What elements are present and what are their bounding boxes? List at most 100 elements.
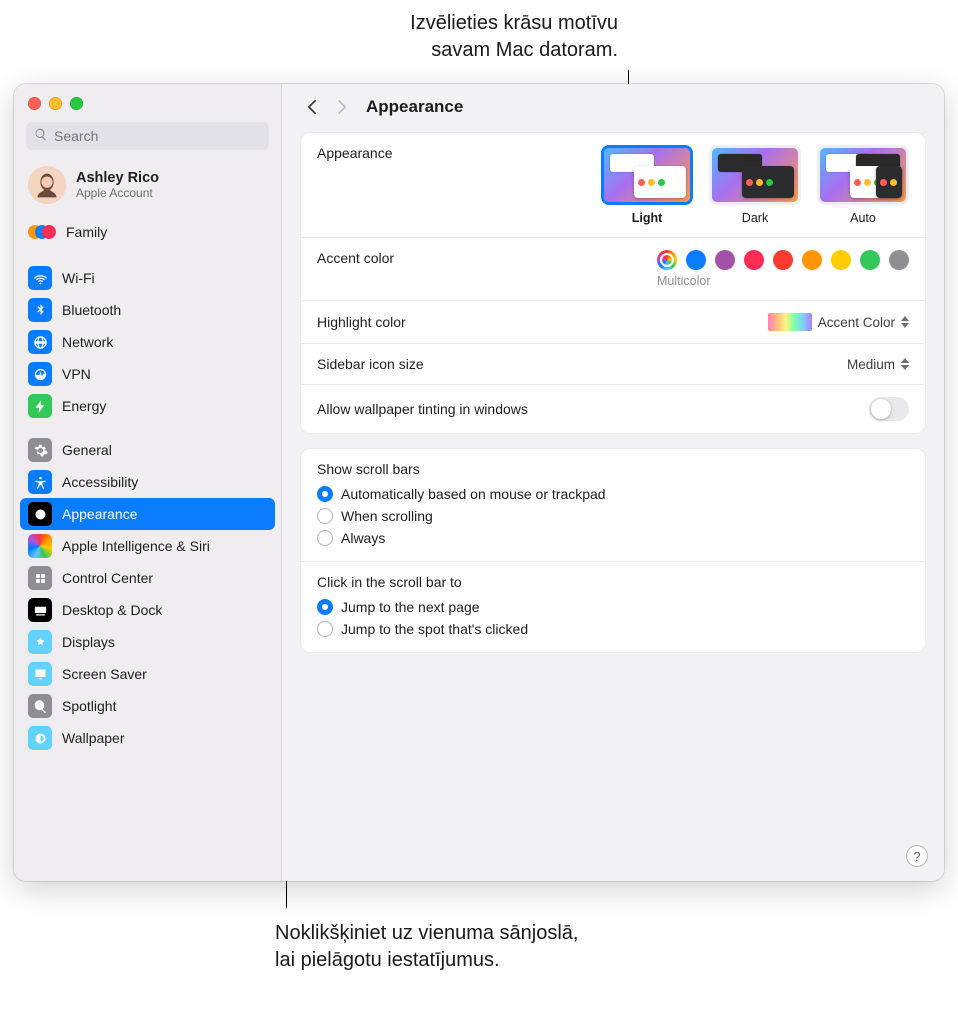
sidebar-item-label: Wi-Fi [62, 270, 95, 286]
avatar [28, 166, 66, 204]
account-sub: Apple Account [76, 186, 159, 200]
theme-thumb-icon [601, 145, 693, 205]
theme-option-light[interactable]: Light [601, 145, 693, 225]
clickscroll-option-1[interactable]: Jump to the spot that's clicked [317, 618, 909, 640]
family-icon [28, 218, 56, 246]
accent-label: Accent color [317, 250, 657, 266]
sidebar-item-label: Spotlight [62, 698, 116, 714]
sidebar-size-label: Sidebar icon size [317, 356, 847, 372]
sidebar-item-label: Displays [62, 634, 115, 650]
family-item[interactable]: Family [14, 212, 281, 256]
spotlight-icon [28, 694, 52, 718]
radio-icon [317, 599, 333, 615]
vpn-icon [28, 362, 52, 386]
radio-icon [317, 621, 333, 637]
scrollbars-option-1[interactable]: When scrolling [317, 505, 909, 527]
traffic-lights [28, 97, 83, 110]
sidebar-item-label: Bluetooth [62, 302, 121, 318]
search-icon [34, 128, 48, 145]
accent-swatch-4[interactable] [773, 250, 793, 270]
highlight-swatch-icon [768, 313, 812, 331]
accent-swatch-3[interactable] [744, 250, 764, 270]
theme-options: Light Dark Auto [601, 145, 909, 225]
accent-swatch-7[interactable] [860, 250, 880, 270]
zoom-button[interactable] [70, 97, 83, 110]
radio-label: Automatically based on mouse or trackpad [341, 486, 606, 502]
sidebar-item-accessibility[interactable]: Accessibility [20, 466, 275, 498]
screensaver-icon [28, 662, 52, 686]
sidebar-item-controlcenter[interactable]: Control Center [20, 562, 275, 594]
accessibility-icon [28, 470, 52, 494]
sidebar-item-label: Wallpaper [62, 730, 125, 746]
accent-swatch-8[interactable] [889, 250, 909, 270]
sidebar-item-screensaver[interactable]: Screen Saver [20, 658, 275, 690]
titlebar [14, 84, 944, 122]
accent-swatch-2[interactable] [715, 250, 735, 270]
gear-icon [28, 438, 52, 462]
highlight-value: Accent Color [818, 315, 895, 330]
accent-swatch-1[interactable] [686, 250, 706, 270]
sidebar-item-vpn[interactable]: VPN [20, 358, 275, 390]
sidebar-item-label: Screen Saver [62, 666, 147, 682]
search-input[interactable] [26, 122, 269, 150]
sidebar-item-wifi[interactable]: Wi-Fi [20, 262, 275, 294]
appearance-row: Appearance Light Dark Auto [301, 133, 925, 237]
highlight-popup[interactable]: Accent Color [768, 313, 909, 331]
siri-icon [28, 534, 52, 558]
accent-swatch-0[interactable] [657, 250, 677, 270]
scrollbars-option-2[interactable]: Always [317, 527, 909, 549]
sidebar-item-gear[interactable]: General [20, 434, 275, 466]
account-section[interactable]: Ashley Rico Apple Account [14, 160, 281, 212]
sidebar-item-appearance[interactable]: Appearance [20, 498, 275, 530]
network-icon [28, 330, 52, 354]
sidebar-item-displays[interactable]: Displays [20, 626, 275, 658]
radio-icon [317, 508, 333, 524]
sidebar-item-label: Appearance [62, 506, 138, 522]
sidebar-item-energy[interactable]: Energy [20, 390, 275, 422]
minimize-button[interactable] [49, 97, 62, 110]
family-label: Family [66, 224, 107, 240]
sidebar-item-dock[interactable]: Desktop & Dock [20, 594, 275, 626]
sidebar-size-popup[interactable]: Medium [847, 357, 909, 372]
main-pane: Appearance Appearance Light Dark Auto Acce… [282, 84, 944, 881]
radio-label: When scrolling [341, 508, 433, 524]
radio-icon [317, 530, 333, 546]
click-scroll-title: Click in the scroll bar to [317, 574, 909, 590]
accent-swatch-5[interactable] [802, 250, 822, 270]
sidebar-item-wallpaper[interactable]: Wallpaper [20, 722, 275, 754]
radio-label: Always [341, 530, 385, 546]
controlcenter-icon [28, 566, 52, 590]
scrollbars-title: Show scroll bars [317, 461, 909, 477]
dock-icon [28, 598, 52, 622]
theme-option-auto[interactable]: Auto [817, 145, 909, 225]
accent-swatch-6[interactable] [831, 250, 851, 270]
close-button[interactable] [28, 97, 41, 110]
sidebar-item-spotlight[interactable]: Spotlight [20, 690, 275, 722]
account-name: Ashley Rico [76, 170, 159, 186]
sidebar: Ashley Rico Apple Account Family Wi-Fi Bl… [14, 84, 282, 881]
tinting-row: Allow wallpaper tinting in windows [301, 384, 925, 433]
click-scroll-section: Click in the scroll bar to Jump to the n… [301, 561, 925, 652]
theme-option-dark[interactable]: Dark [709, 145, 801, 225]
help-button[interactable]: ? [906, 845, 928, 867]
highlight-label: Highlight color [317, 314, 768, 330]
theme-thumb-icon [817, 145, 909, 205]
scrollbars-option-0[interactable]: Automatically based on mouse or trackpad [317, 483, 909, 505]
tinting-toggle[interactable] [869, 397, 909, 421]
search-field[interactable] [26, 122, 269, 150]
theme-label: Dark [709, 211, 801, 225]
accent-sublabel: Multicolor [657, 274, 909, 288]
sidebar-item-label: Apple Intelligence & Siri [62, 538, 210, 554]
sidebar-size-row: Sidebar icon size Medium [301, 343, 925, 384]
clickscroll-option-0[interactable]: Jump to the next page [317, 596, 909, 618]
sidebar-item-network[interactable]: Network [20, 326, 275, 358]
radio-label: Jump to the next page [341, 599, 480, 615]
sidebar-item-label: VPN [62, 366, 91, 382]
energy-icon [28, 394, 52, 418]
sidebar-item-siri[interactable]: Apple Intelligence & Siri [20, 530, 275, 562]
appearance-label: Appearance [317, 145, 601, 161]
sidebar-item-bluetooth[interactable]: Bluetooth [20, 294, 275, 326]
highlight-row: Highlight color Accent Color [301, 300, 925, 343]
displays-icon [28, 630, 52, 654]
sidebar-item-label: Energy [62, 398, 106, 414]
